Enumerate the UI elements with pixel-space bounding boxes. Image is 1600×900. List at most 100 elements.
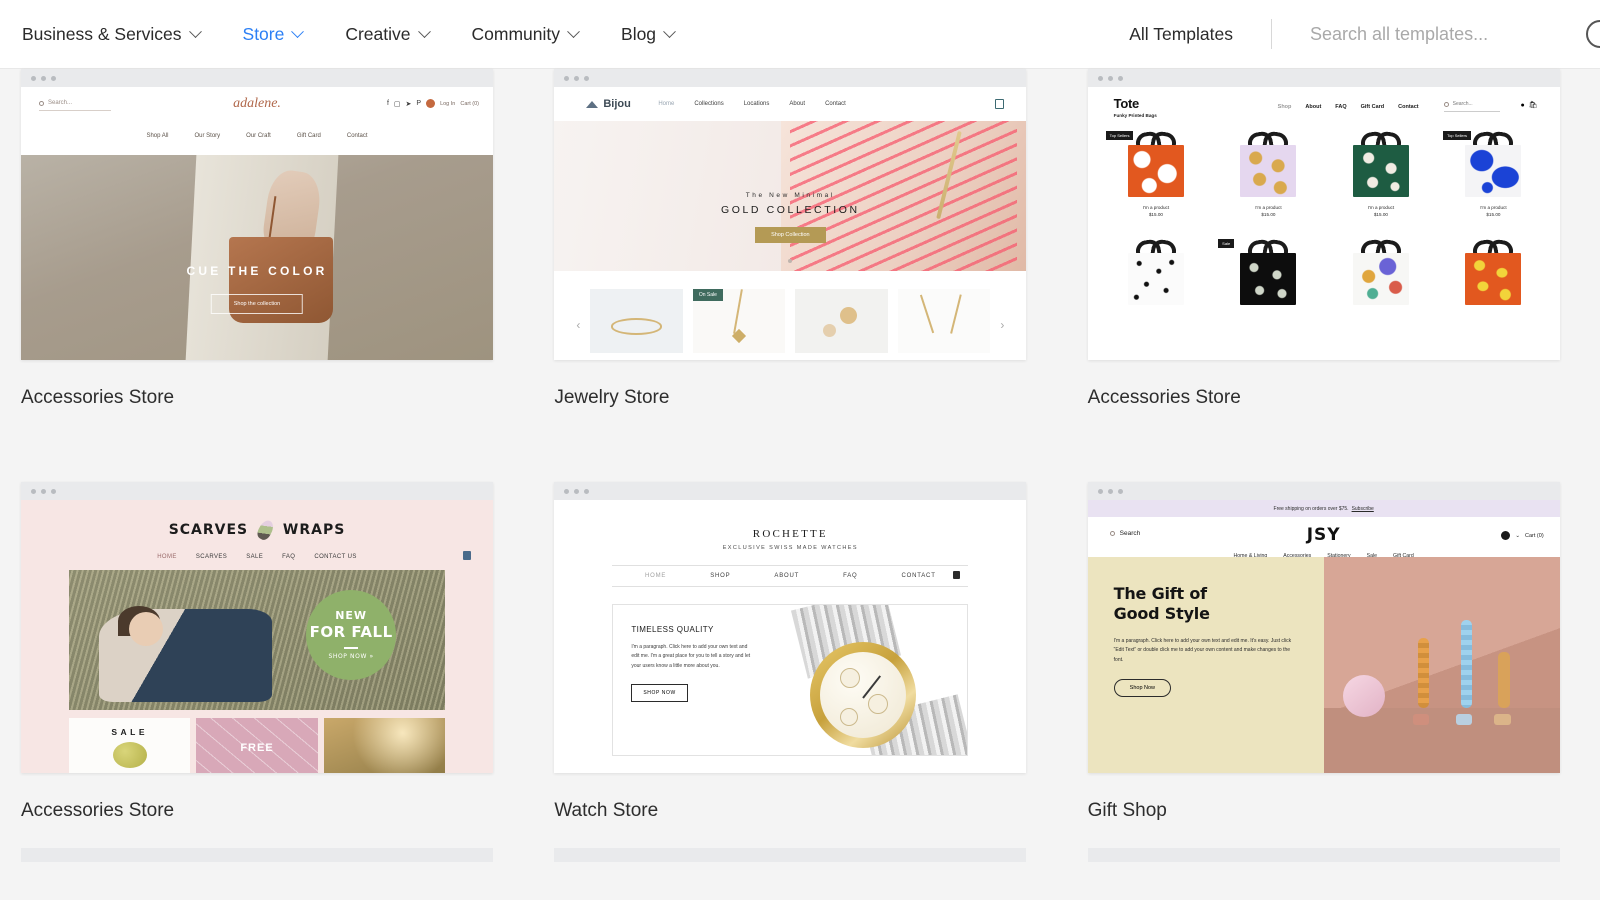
- cart-label[interactable]: Cart (0): [460, 101, 479, 107]
- hero-cta-button[interactable]: SHOP NOW: [631, 683, 688, 702]
- site-nav-item[interactable]: CONTACT: [902, 573, 936, 579]
- site-nav-item[interactable]: SCARVES: [196, 554, 227, 560]
- chevron-down-icon[interactable]: ⌄: [1515, 533, 1520, 539]
- hero-cta-button[interactable]: Shop the collection: [210, 294, 304, 315]
- nav-item-creative[interactable]: Creative: [345, 18, 446, 51]
- product-card[interactable]: Top Sellers I'm a product $15.00: [1443, 131, 1544, 217]
- site-nav-item[interactable]: Collections: [694, 101, 723, 107]
- cart-icon[interactable]: 🛍: [1529, 101, 1538, 109]
- product-thumbnail[interactable]: [897, 289, 991, 353]
- site-nav-item[interactable]: Contact: [1398, 104, 1418, 110]
- site-nav-item[interactable]: Contact: [825, 101, 846, 107]
- template-card-watch-store[interactable]: ROCHETTE EXCLUSIVE SWISS MADE WATCHES HO…: [533, 482, 1066, 822]
- carousel-next-icon[interactable]: ›: [1000, 318, 1004, 332]
- site-nav-item[interactable]: SALE: [246, 554, 263, 560]
- site-nav-item[interactable]: HOME: [645, 573, 666, 579]
- product-card[interactable]: Sale: [1218, 239, 1319, 305]
- promo-badge-cta[interactable]: SHOP NOW »: [328, 653, 373, 660]
- product-card[interactable]: [1443, 239, 1544, 305]
- product-card[interactable]: I'm a product $15.00: [1331, 131, 1432, 217]
- shelf-shape: [1323, 708, 1560, 773]
- site-nav-item[interactable]: Shop: [1278, 104, 1292, 110]
- site-nav-item[interactable]: Our Story: [194, 133, 220, 155]
- template-card-partial[interactable]: [533, 848, 1066, 862]
- site-nav-item[interactable]: About: [789, 101, 805, 107]
- facebook-icon[interactable]: f: [387, 100, 389, 107]
- product-name: I'm a product: [1480, 205, 1507, 210]
- site-nav-item[interactable]: Gift Card: [1361, 104, 1385, 110]
- carousel-prev-icon[interactable]: ‹: [576, 318, 580, 332]
- all-templates-link[interactable]: All Templates: [1129, 24, 1233, 45]
- template-card-accessories-store-1[interactable]: Search... adalene. f ▢ ➤ P Log In Cart (…: [0, 69, 533, 409]
- template-card-partial[interactable]: [0, 848, 533, 862]
- site-nav-item[interactable]: FAQ: [843, 573, 857, 579]
- nav-item-blog[interactable]: Blog: [621, 18, 692, 51]
- product-thumbnail[interactable]: [590, 289, 683, 353]
- site-search[interactable]: Search...: [39, 100, 111, 111]
- site-nav-item[interactable]: ABOUT: [774, 573, 799, 579]
- account-group[interactable]: ● 🛍: [1521, 101, 1538, 110]
- candle-shape: [1460, 620, 1472, 709]
- login-label[interactable]: Log In: [440, 101, 455, 107]
- site-nav-item[interactable]: FAQ: [1335, 104, 1346, 110]
- carousel-indicator[interactable]: [788, 259, 793, 263]
- product-card[interactable]: [1106, 239, 1207, 305]
- promo-tile-image[interactable]: [323, 718, 445, 773]
- instagram-icon[interactable]: ▢: [394, 100, 401, 108]
- template-caption: Gift Shop: [1087, 800, 1167, 821]
- nav-label: Business & Services: [22, 23, 182, 44]
- site-nav-item[interactable]: Shop All: [146, 133, 168, 155]
- site-nav-item[interactable]: HOME: [157, 554, 177, 560]
- site-nav-item[interactable]: Contact: [347, 133, 368, 155]
- announcement-link[interactable]: Subscribe: [1352, 506, 1374, 512]
- product-card[interactable]: Top Sellers I'm a product $15.00: [1105, 131, 1207, 217]
- nav-item-community[interactable]: Community: [472, 18, 597, 51]
- hero-cta-button[interactable]: Shop Collection: [755, 226, 826, 243]
- cart-icon[interactable]: [953, 571, 961, 579]
- nav-label: Store: [242, 23, 285, 44]
- pinterest-icon[interactable]: P: [416, 100, 421, 107]
- template-card-jewelry-store[interactable]: Bijou Home Collections Locations About C…: [533, 69, 1066, 409]
- cart-icon[interactable]: [995, 99, 1005, 109]
- site-nav-item[interactable]: Our Craft: [246, 133, 271, 155]
- avatar[interactable]: [426, 99, 436, 108]
- promo-tile-sale[interactable]: SALE: [69, 718, 191, 773]
- site-nav-item[interactable]: Locations: [744, 101, 770, 107]
- site-nav-item[interactable]: FAQ: [282, 554, 295, 560]
- search-input[interactable]: [1310, 23, 1600, 45]
- template-card-accessories-store-3[interactable]: SCARVES WRAPS HOME SCARVES SALE FAQ CONT…: [0, 482, 533, 822]
- triangle-logo-icon: [586, 100, 599, 108]
- candle-shape: [1498, 652, 1511, 709]
- promo-tile-free[interactable]: FREE: [196, 718, 318, 773]
- site-nav-item[interactable]: CONTACT US: [314, 554, 356, 560]
- site-search[interactable]: Search: [1109, 530, 1140, 537]
- template-preview: Bijou Home Collections Locations About C…: [554, 87, 1027, 360]
- template-card-accessories-store-2[interactable]: Tote Funky Printed Bags Shop About FAQ G…: [1067, 69, 1600, 409]
- browser-title-bar: [1087, 69, 1560, 87]
- hero-cta-button[interactable]: Shop Now: [1113, 679, 1172, 698]
- site-nav-item[interactable]: About: [1305, 104, 1321, 110]
- product-card[interactable]: I'm a product $15.00: [1218, 131, 1319, 217]
- site-nav-item[interactable]: Home: [658, 101, 674, 107]
- account-icon[interactable]: ●: [1521, 102, 1525, 109]
- hero-eyebrow: The New Minimal: [745, 191, 835, 199]
- product-thumbnail[interactable]: [795, 289, 888, 353]
- site-nav-item[interactable]: Gift Card: [297, 133, 321, 155]
- site-search[interactable]: Search...: [1443, 101, 1500, 112]
- browser-frame: Free shipping on orders over $75. Subscr…: [1087, 482, 1560, 773]
- product-thumbnail[interactable]: On Sale: [692, 289, 786, 353]
- nav-item-store[interactable]: Store: [243, 18, 321, 51]
- twitter-icon[interactable]: ➤: [406, 100, 412, 108]
- promo-badge[interactable]: NEW FOR FALL SHOP NOW »: [306, 589, 397, 680]
- nav-item-business-services[interactable]: Business & Services: [22, 18, 218, 51]
- template-card-gift-shop[interactable]: Free shipping on orders over $75. Subscr…: [1067, 482, 1600, 822]
- cart-icon[interactable]: [463, 551, 471, 560]
- site-nav-item[interactable]: SHOP: [710, 573, 730, 579]
- cart-label[interactable]: Cart (0): [1525, 533, 1544, 539]
- account-icon[interactable]: [1501, 531, 1511, 540]
- site-search-label: Search...: [1452, 101, 1473, 107]
- product-card[interactable]: [1331, 239, 1432, 305]
- template-card-partial[interactable]: [1067, 848, 1600, 862]
- account-group[interactable]: ⌄ Cart (0): [1501, 531, 1544, 540]
- product-badge: Sale: [1218, 239, 1235, 248]
